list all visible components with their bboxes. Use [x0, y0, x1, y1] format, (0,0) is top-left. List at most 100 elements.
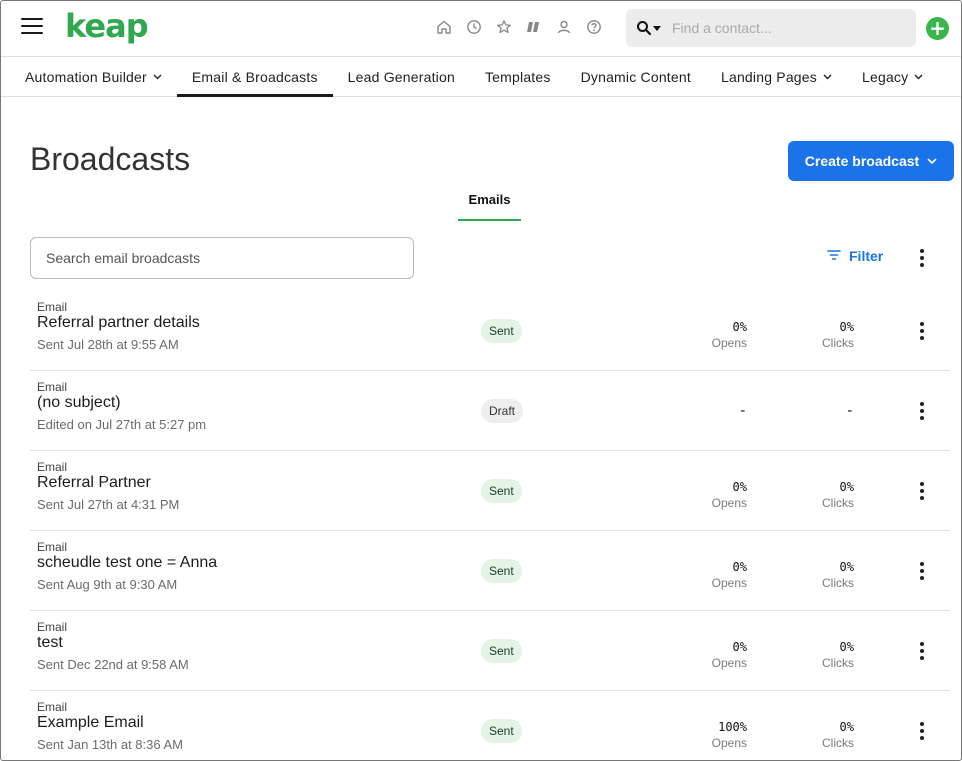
tab-emails[interactable]: Emails: [458, 189, 521, 221]
status-badge: Sent: [481, 639, 522, 663]
row-date: Sent Dec 22nd at 9:58 AM: [37, 657, 189, 672]
page-title: Broadcasts: [30, 141, 191, 177]
clicks-stat: 0% Clicks: [774, 320, 854, 350]
row-type: Email: [37, 300, 68, 314]
opens-stat: 0% Opens: [667, 560, 747, 590]
caret-down-icon: [653, 26, 661, 31]
contact-search-input[interactable]: [672, 20, 902, 36]
row-date: Sent Jul 27th at 4:31 PM: [37, 497, 180, 512]
row-name[interactable]: test: [37, 634, 63, 652]
row-more-options-icon[interactable]: [912, 641, 932, 661]
filter-icon: [827, 248, 841, 264]
opens-label: Opens: [711, 736, 747, 750]
clicks-label: Clicks: [822, 336, 854, 350]
opens-value: 100%: [718, 720, 747, 734]
help-icon[interactable]: [585, 18, 603, 36]
clock-icon[interactable]: [465, 18, 483, 36]
nav-label: Legacy: [861, 68, 909, 85]
contact-search[interactable]: [626, 9, 916, 47]
clicks-stat: 0% Clicks: [774, 560, 854, 590]
table-row[interactable]: Email Example Email Sent Jan 13th at 8:3…: [30, 691, 950, 760]
table-row[interactable]: Email Referral partner details Sent Jul …: [30, 291, 950, 371]
create-broadcast-button[interactable]: Create broadcast: [788, 141, 954, 181]
nav-landing-pages[interactable]: Landing Pages: [706, 57, 847, 96]
status-badge: Sent: [481, 719, 522, 743]
nav-templates[interactable]: Templates: [470, 57, 566, 96]
opens-stat: 0% Opens: [667, 640, 747, 670]
row-name[interactable]: scheudle test one = Anna: [37, 554, 217, 572]
row-name[interactable]: (no subject): [37, 394, 121, 412]
row-name[interactable]: Referral Partner: [37, 474, 151, 492]
row-more-options-icon[interactable]: [912, 721, 932, 741]
row-type: Email: [37, 620, 68, 634]
status-badge: Draft: [481, 399, 524, 423]
row-name[interactable]: Example Email: [37, 714, 144, 732]
quick-add-button[interactable]: +: [926, 17, 949, 40]
person-icon[interactable]: [555, 18, 573, 36]
clicks-label: Clicks: [822, 656, 854, 670]
row-more-options-icon[interactable]: [912, 321, 932, 341]
opens-label: Opens: [711, 576, 747, 590]
filter-label: Filter: [849, 248, 884, 264]
clicks-value: 0%: [839, 720, 854, 734]
more-options-icon[interactable]: [912, 248, 932, 268]
row-type: Email: [37, 700, 68, 714]
clicks-stat: 0% Clicks: [774, 640, 854, 670]
chevron-down-icon: [823, 72, 832, 82]
clicks-stat: 0% Clicks: [774, 480, 854, 510]
nav-label: Templates: [484, 68, 551, 85]
table-row[interactable]: Email scheudle test one = Anna Sent Aug …: [30, 531, 950, 611]
row-name[interactable]: Referral partner details: [37, 314, 200, 332]
opens-stat: 100% Opens: [667, 720, 747, 750]
row-date: Sent Jul 28th at 9:55 AM: [37, 337, 179, 352]
nav-email-broadcasts[interactable]: Email & Broadcasts: [176, 57, 333, 97]
clicks-label: Clicks: [822, 576, 854, 590]
nav-legacy[interactable]: Legacy: [847, 57, 938, 96]
create-broadcast-label: Create broadcast: [804, 153, 920, 169]
broadcast-list: Email Referral partner details Sent Jul …: [30, 291, 950, 760]
nav-label: Dynamic Content: [580, 68, 691, 85]
row-more-options-icon[interactable]: [912, 561, 932, 581]
opens-value: 0%: [732, 480, 747, 494]
app-window: keap Find a contact... + Automation Buil…: [0, 0, 962, 761]
clicks-value: -: [845, 403, 854, 419]
row-date: Sent Aug 9th at 9:30 AM: [37, 577, 178, 592]
row-date: Edited on Jul 27th at 5:27 pm: [37, 417, 207, 432]
top-bar: keap Find a contact... +: [1, 1, 961, 57]
nav-lead-generation[interactable]: Lead Generation: [333, 57, 470, 96]
status-badge: Sent: [481, 319, 522, 343]
keap-logo[interactable]: keap: [65, 7, 149, 45]
quick-nav-icons: [435, 18, 603, 36]
row-type: Email: [37, 380, 68, 394]
clicks-value: 0%: [839, 640, 854, 654]
home-icon[interactable]: [435, 18, 453, 36]
table-row[interactable]: Email Referral Partner Sent Jul 27th at …: [30, 451, 950, 531]
row-more-options-icon[interactable]: [912, 481, 932, 501]
nav-label: Automation Builder: [25, 68, 147, 85]
clicks-value: 0%: [839, 320, 854, 334]
row-more-options-icon[interactable]: [912, 401, 932, 421]
main-nav: Automation Builder Email & Broadcasts Le…: [1, 57, 961, 97]
broadcast-search-input[interactable]: [30, 237, 414, 279]
clicks-stat: -: [774, 403, 854, 419]
chevron-down-icon: [153, 72, 162, 82]
menu-icon[interactable]: [21, 18, 43, 36]
star-icon[interactable]: [495, 18, 513, 36]
row-date: Sent Jan 13th at 8:36 AM: [37, 737, 183, 752]
chevron-down-icon: [914, 72, 923, 82]
nav-automation-builder[interactable]: Automation Builder: [10, 57, 177, 96]
search-icon[interactable]: [636, 20, 664, 36]
table-row[interactable]: Email test Sent Dec 22nd at 9:58 AM Sent…: [30, 611, 950, 691]
filter-button[interactable]: Filter: [827, 248, 883, 264]
clicks-value: 0%: [839, 480, 854, 494]
pipeline-icon[interactable]: [525, 18, 543, 36]
status-badge: Sent: [481, 559, 522, 583]
status-badge: Sent: [481, 479, 522, 503]
opens-value: 0%: [732, 560, 747, 574]
clicks-stat: 0% Clicks: [774, 720, 854, 750]
opens-stat: 0% Opens: [667, 480, 747, 510]
nav-label: Email & Broadcasts: [191, 68, 318, 85]
clicks-value: 0%: [839, 560, 854, 574]
table-row[interactable]: Email (no subject) Edited on Jul 27th at…: [30, 371, 950, 451]
nav-dynamic-content[interactable]: Dynamic Content: [566, 57, 706, 96]
